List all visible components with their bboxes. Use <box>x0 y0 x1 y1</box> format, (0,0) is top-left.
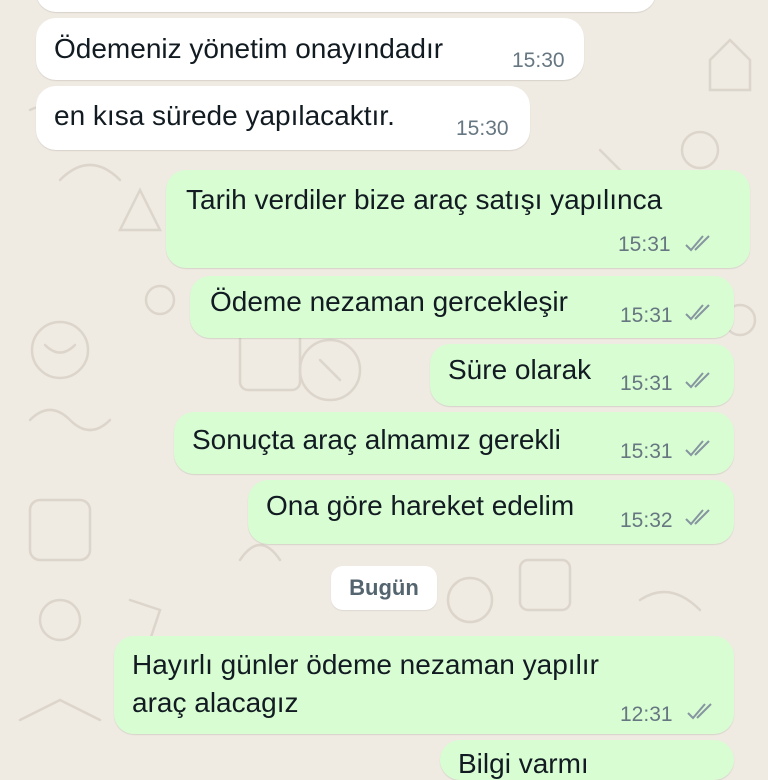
message-text: en kısa sürede yapılacaktır. <box>54 100 395 131</box>
message-text: Ödemeniz yönetim onayındadır <box>54 33 444 64</box>
read-ticks-icon <box>685 440 710 457</box>
incoming-message-bubble-partial <box>36 0 656 12</box>
message-text-line: araç alacagız <box>132 687 299 718</box>
incoming-message-bubble[interactable]: en kısa sürede yapılacaktır. 15:30 <box>36 86 530 150</box>
outgoing-message-bubble[interactable]: Hayırlı günler ödeme nezaman yapılır ara… <box>114 636 734 734</box>
outgoing-message-bubble[interactable]: Ödeme nezaman gercekleşir 15:31 <box>190 276 734 338</box>
message-timestamp: 12:31 <box>620 703 673 726</box>
message-timestamp: 15:32 <box>620 509 673 532</box>
message-text: Tarih verdiler bize araç satışı yapılınc… <box>186 184 663 215</box>
message-text: Bilgi varmı <box>458 748 589 779</box>
read-ticks-icon <box>685 509 710 526</box>
message-text-line: Hayırlı günler ödeme nezaman yapılır <box>132 649 599 680</box>
outgoing-message-bubble[interactable]: Ona göre hareket edelim 15:32 <box>248 480 734 544</box>
outgoing-message-bubble[interactable]: Sonuçta araç almamız gerekli 15:31 <box>174 412 734 474</box>
read-ticks-icon <box>685 235 710 252</box>
message-text: Süre olarak <box>448 354 592 385</box>
message-timestamp: 15:31 <box>620 304 673 327</box>
message-timestamp: 15:30 <box>456 117 509 140</box>
read-ticks-icon <box>685 304 710 321</box>
read-ticks-icon <box>685 372 710 389</box>
message-timestamp: 15:31 <box>618 233 671 256</box>
message-timestamp: 15:30 <box>512 49 565 72</box>
message-text: Ödeme nezaman gercekleşir <box>210 286 568 317</box>
message-text: Ona göre hareket edelim <box>266 490 575 521</box>
message-text: Sonuçta araç almamız gerekli <box>192 424 561 455</box>
date-divider: Bugün <box>331 566 437 610</box>
outgoing-message-bubble[interactable]: Bilgi varmı <box>440 740 734 780</box>
incoming-message-bubble[interactable]: Ödemeniz yönetim onayındadır 15:30 <box>36 18 584 80</box>
read-ticks-icon <box>687 703 712 720</box>
message-timestamp: 15:31 <box>620 372 673 395</box>
message-timestamp: 15:31 <box>620 440 673 463</box>
outgoing-message-bubble[interactable]: Tarih verdiler bize araç satışı yapılınc… <box>166 170 750 268</box>
outgoing-message-bubble[interactable]: Süre olarak 15:31 <box>430 344 734 406</box>
